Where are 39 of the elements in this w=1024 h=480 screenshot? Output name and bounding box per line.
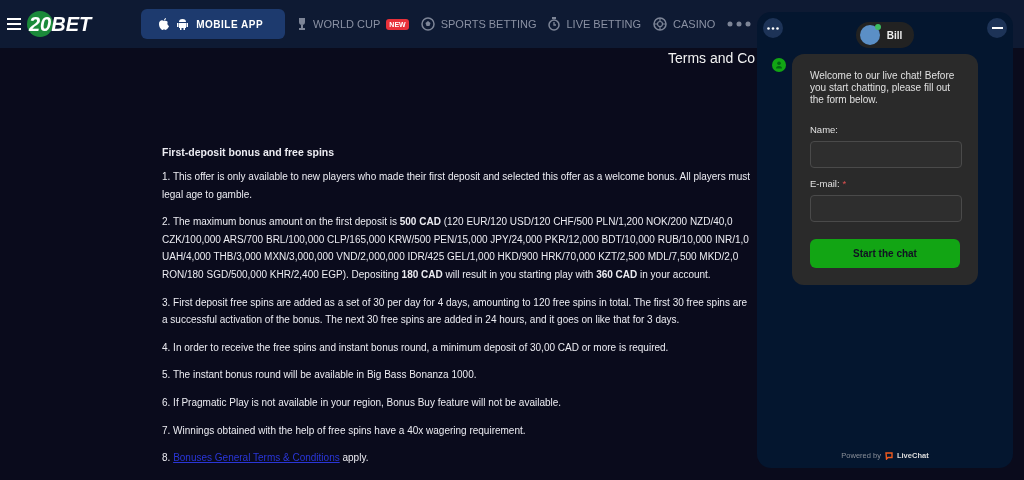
more-icon: [727, 21, 752, 27]
trophy-icon: [297, 17, 308, 31]
minimize-icon: [991, 27, 1003, 29]
agent-name: Bill: [886, 29, 903, 41]
terms-paragraph: 2. The maximum bonus amount on the first deposit is 500 CAD (120 EUR/120 USD/120 CHF/500 PLN/1,200 NOK/200 NZD/40,0 CZK/100,000 ARS/700 BRL/100,000 CLP/165,000 KRW/500 PEN/15,000 JPY/24,000 PKR/12,000 BDT/10,000 RUB/10,000 INR/1,0 UAH/4,000 THB/3,000 MXN/3,000,000 VND/2,000,000 IDR/425 GEL/1,000 HKD/900 HRK/70,000 KZT/2,500 MDL/7,500 MKD/2,0 RON/180 SGD/500,000 KHR/2,400 EGP). Depositing 180 CAD will result in you starting play with 360 CAD in your account.: [162, 215, 749, 282]
terms-paragraph: 5. The instant bonus round will be available in Big Bass Bonanza 1000.: [162, 368, 477, 383]
android-icon: [177, 18, 189, 30]
menu-icon: [7, 18, 21, 30]
user-icon: [772, 58, 786, 72]
field-label: Name:: [810, 124, 839, 135]
roulette-icon: [653, 17, 668, 31]
more-button[interactable]: [727, 21, 752, 27]
nav-link[interactable]: LIVE BETTING: [548, 17, 642, 31]
field-label: E-mail: *: [810, 178, 848, 189]
terms-paragraph: 7. Winnings obtained with the help of free spins have a 40x wagering requirement.: [162, 423, 526, 438]
avatar: [859, 25, 880, 45]
terms-paragraph: 3. First deposit free spins are added as a set of 30 per day for 4 days, amounting to 120 free spins in total. The first 30 free spins are a successful activation of the bonus. The next 30 free spins are added in 24 hours, and it goes on like that for 3 days.: [162, 295, 748, 328]
nav-link[interactable]: SPORTS BETTING: [420, 17, 537, 31]
terms-paragraph: 8. Bonuses General Terms & Conditions apply.: [162, 451, 369, 466]
terms-paragraph: 6. If Pragmatic Play is not available in your region, Bonus Buy feature will not be available.: [162, 395, 562, 410]
nav-link[interactable]: CASINO: [653, 17, 716, 31]
soccer-ball-icon: [420, 17, 435, 31]
page-title: Terms and Co: [668, 50, 756, 66]
logo[interactable]: 20BET: [29, 12, 92, 36]
apple-icon: [159, 18, 170, 30]
start-chat-button[interactable]: Start the chat: [810, 239, 960, 268]
chat-bubble-icon: [884, 451, 893, 460]
minimize-button[interactable]: [987, 18, 1007, 38]
stopwatch-icon: [548, 17, 561, 31]
section-heading: First-deposit bonus and free spins: [162, 146, 335, 158]
welcome-message: Welcome to our live chat! Before you start chatting, please fill out the form below.: [810, 70, 956, 106]
menu-button[interactable]: [7, 18, 21, 30]
mobile-app-button[interactable]: MOBILE APP: [141, 9, 286, 39]
terms-paragraph: 1. This offer is only available to new players who made their first deposit and selected this offer as a welcome bonus. All players must legal age to gamble.: [162, 170, 751, 202]
more-icon: [767, 26, 779, 30]
options-button[interactable]: [763, 18, 783, 38]
terms-paragraph: 4. In order to receive the free spins and instant bonus round, a minimum deposit of 30,00 CAD or more is required.: [162, 340, 669, 355]
text-field[interactable]: [810, 141, 962, 168]
text-field[interactable]: [810, 195, 962, 222]
